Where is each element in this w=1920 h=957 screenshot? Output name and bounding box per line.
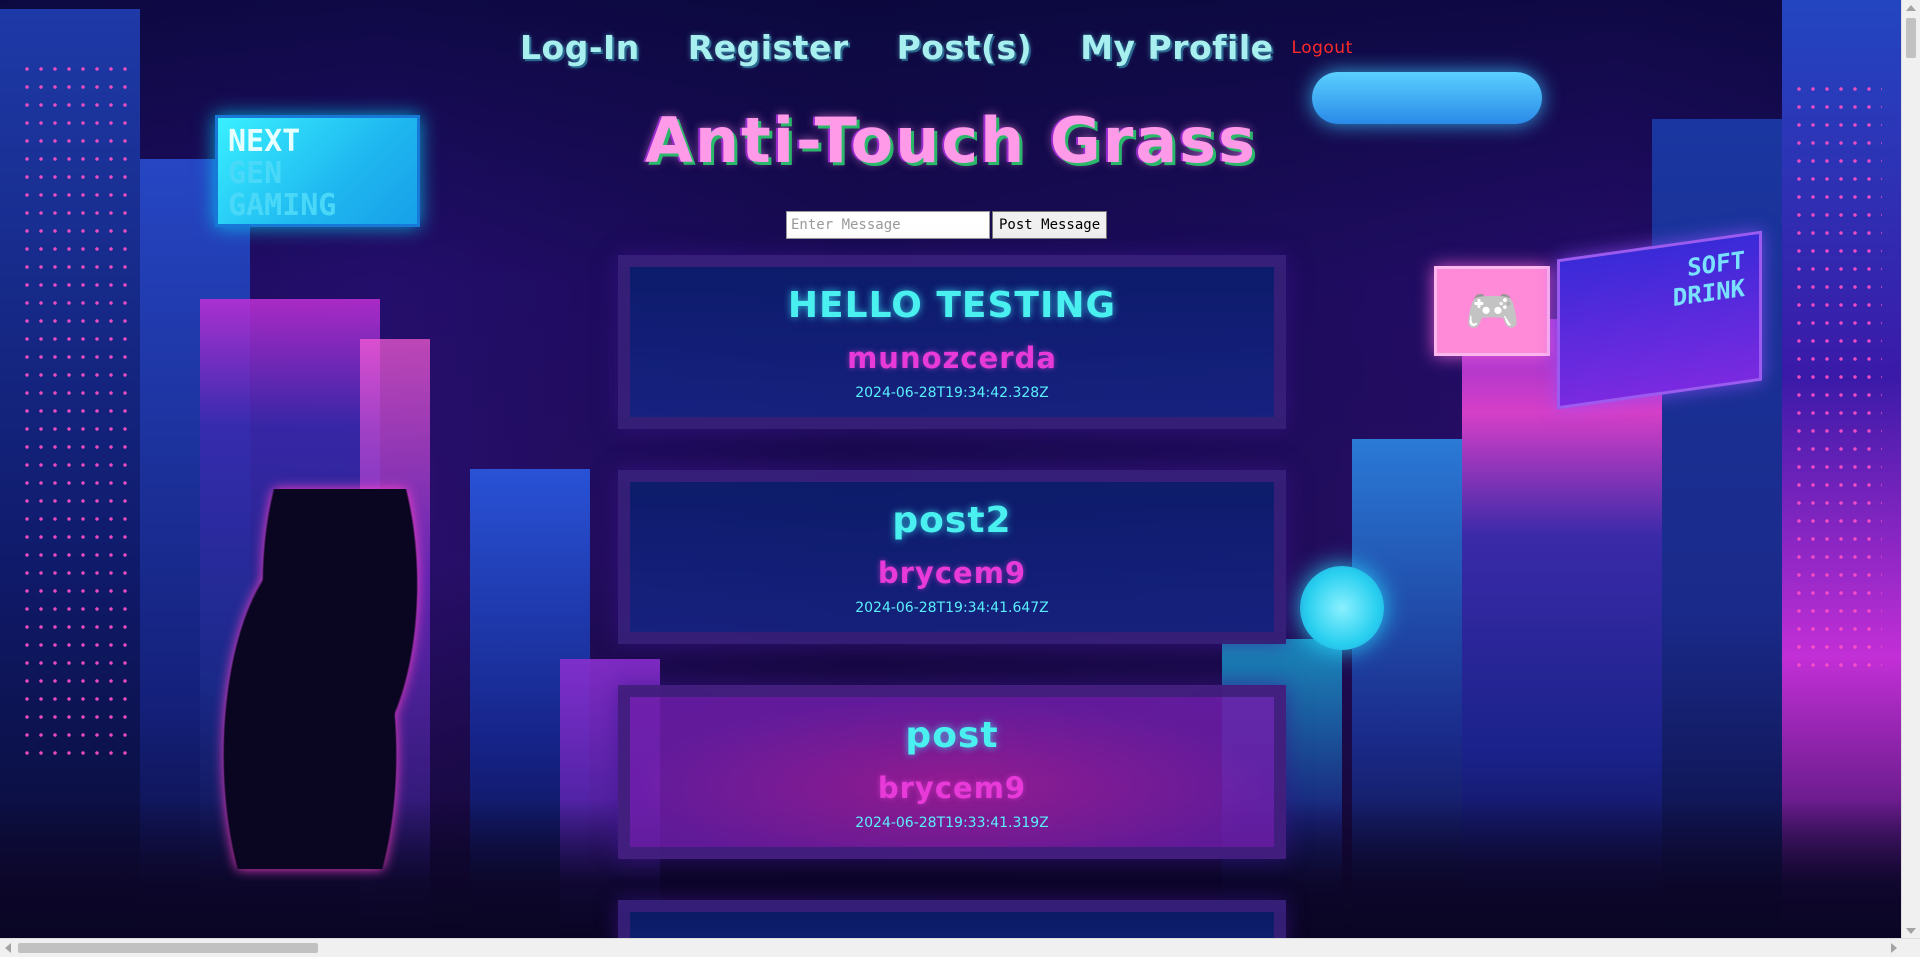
scroll-left-icon[interactable] bbox=[5, 943, 11, 953]
post-title: post bbox=[905, 715, 999, 756]
page-viewport: NEXT GEN GAMING SOFT DRINK Log-In Regist… bbox=[0, 0, 1902, 939]
post-card-partial bbox=[618, 900, 1286, 939]
posts-feed: HELLO TESTING munozcerda 2024-06-28T19:3… bbox=[618, 255, 1286, 939]
nav-posts-link[interactable]: Post(s) bbox=[897, 28, 1033, 67]
gamepad-sign-icon bbox=[1434, 266, 1550, 356]
post-timestamp: 2024-06-28T19:34:41.647Z bbox=[855, 600, 1049, 616]
nav-logout-link[interactable]: Logout bbox=[1292, 38, 1353, 58]
post-author: brycem9 bbox=[877, 771, 1027, 805]
post-card: post2 brycem9 2024-06-28T19:34:41.647Z bbox=[618, 470, 1286, 644]
post-card: post brycem9 2024-06-28T19:33:41.319Z bbox=[618, 685, 1286, 859]
message-input[interactable] bbox=[786, 211, 990, 239]
post-title: post2 bbox=[892, 500, 1012, 541]
sign-text: GAMING bbox=[228, 188, 337, 223]
post-message-button[interactable]: Post Message bbox=[992, 211, 1108, 239]
scroll-up-icon[interactable] bbox=[1906, 5, 1916, 11]
hooded-figure-illustration bbox=[220, 489, 420, 869]
vertical-scrollbar[interactable] bbox=[1901, 0, 1920, 939]
neon-orb-sign bbox=[1300, 566, 1384, 650]
nav-profile-link[interactable]: My Profile bbox=[1080, 28, 1273, 67]
post-author: brycem9 bbox=[877, 556, 1027, 590]
soft-drink-sign: SOFT DRINK bbox=[1557, 230, 1762, 410]
message-composer: Post Message bbox=[786, 211, 1108, 239]
post-timestamp: 2024-06-28T19:34:42.328Z bbox=[855, 385, 1049, 401]
scroll-right-icon[interactable] bbox=[1891, 943, 1897, 953]
nav-login-link[interactable]: Log-In bbox=[520, 28, 640, 67]
post-timestamp: 2024-06-28T19:33:41.319Z bbox=[855, 815, 1049, 831]
nav-register-link[interactable]: Register bbox=[688, 28, 849, 67]
post-author: munozcerda bbox=[847, 341, 1057, 375]
vertical-scroll-thumb[interactable] bbox=[1906, 18, 1916, 58]
post-title: HELLO TESTING bbox=[787, 285, 1117, 326]
top-nav: Log-In Register Post(s) My Profile Logou… bbox=[520, 28, 1401, 67]
scroll-down-icon[interactable] bbox=[1906, 928, 1916, 934]
site-title: Anti-Touch Grass bbox=[644, 104, 1257, 177]
horizontal-scrollbar[interactable] bbox=[0, 938, 1920, 957]
horizontal-scroll-thumb[interactable] bbox=[18, 943, 318, 953]
post-card: HELLO TESTING munozcerda 2024-06-28T19:3… bbox=[618, 255, 1286, 429]
